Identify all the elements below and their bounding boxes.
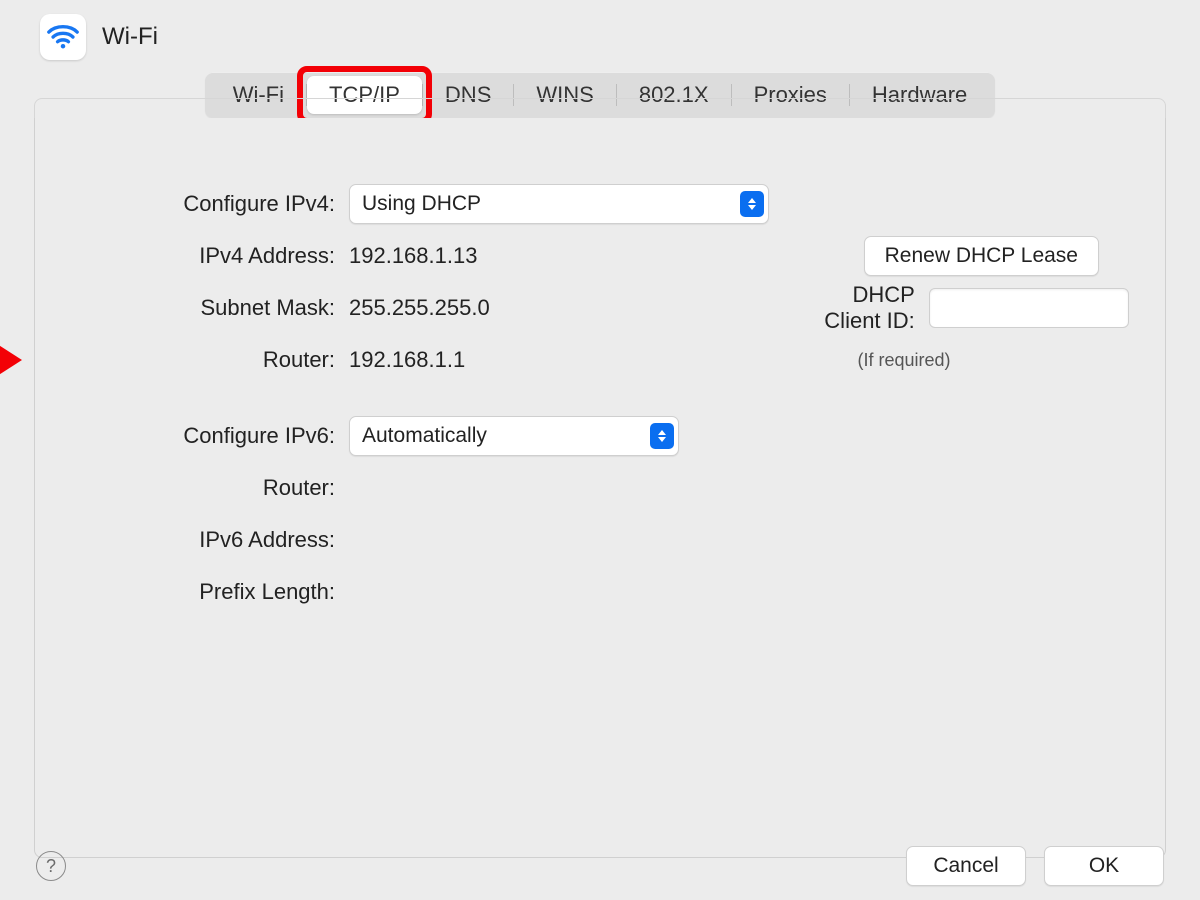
window-title: Wi-Fi [102, 23, 158, 51]
configure-ipv6-label: Configure IPv6: [35, 423, 335, 449]
chevron-up-down-icon [650, 423, 674, 449]
window-header: Wi-Fi [0, 0, 1200, 66]
tab-wifi[interactable]: Wi-Fi [211, 76, 306, 114]
dhcp-client-id-input[interactable] [929, 288, 1129, 328]
dhcp-client-id-hint: (If required) [857, 350, 950, 371]
tab-wins[interactable]: WINS [514, 76, 615, 114]
dialog-footer: ? Cancel OK [0, 846, 1200, 886]
ipv4-address-value: 192.168.1.13 [349, 243, 779, 269]
prefix-length-label: Prefix Length: [35, 579, 335, 605]
tab-8021x[interactable]: 802.1X [617, 76, 731, 114]
ipv4-router-value: 192.168.1.1 [349, 347, 779, 373]
settings-panel: Configure IPv4: Using DHCP IPv4 Address:… [34, 118, 1166, 858]
configure-ipv6-value: Automatically [362, 424, 487, 448]
chevron-up-down-icon [740, 191, 764, 217]
ipv4-address-label: IPv4 Address: [35, 243, 335, 269]
ipv4-router-label: Router: [35, 347, 335, 373]
cancel-button[interactable]: Cancel [906, 846, 1026, 886]
tab-proxies[interactable]: Proxies [732, 76, 849, 114]
ipv6-address-label: IPv6 Address: [35, 527, 335, 553]
ipv6-router-label: Router: [35, 475, 335, 501]
subnet-mask-value: 255.255.255.0 [349, 295, 779, 321]
configure-ipv4-value: Using DHCP [362, 192, 481, 216]
help-button[interactable]: ? [36, 851, 66, 881]
annotation-arrow-icon [0, 336, 24, 390]
tab-hardware[interactable]: Hardware [850, 76, 989, 114]
configure-ipv4-dropdown[interactable]: Using DHCP [349, 184, 769, 224]
renew-dhcp-lease-button[interactable]: Renew DHCP Lease [864, 236, 1099, 276]
configure-ipv4-label: Configure IPv4: [35, 191, 335, 217]
tab-bar: Wi-Fi TCP/IP DNS WINS 802.1X Proxies Har… [205, 72, 996, 118]
ok-button[interactable]: OK [1044, 846, 1164, 886]
configure-ipv6-dropdown[interactable]: Automatically [349, 416, 679, 456]
subnet-mask-label: Subnet Mask: [35, 295, 335, 321]
tab-dns[interactable]: DNS [423, 76, 513, 114]
dhcp-client-id-label: DHCP Client ID: [793, 282, 915, 334]
wifi-icon [40, 14, 86, 60]
tab-tcpip[interactable]: TCP/IP [307, 76, 422, 114]
